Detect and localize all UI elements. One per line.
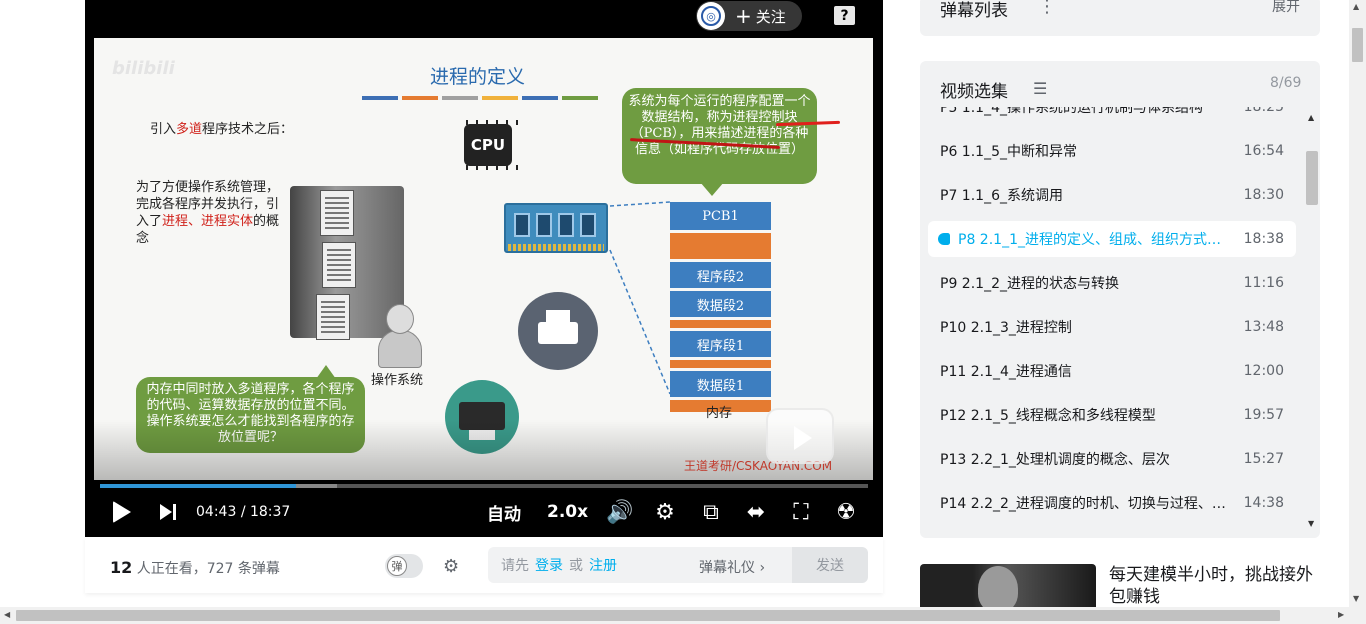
episode-duration: 11:16	[1243, 275, 1284, 291]
follow-button[interactable]: ◎ + 关注	[696, 1, 802, 31]
episode-duration: 18:30	[1243, 187, 1284, 203]
video-frame[interactable]: bilibili 进程的定义 引入多道程序技术之后： 为了方便操作系统管理，完成…	[94, 38, 873, 480]
time-display: 04:43 / 18:37	[196, 504, 291, 520]
memory-diagram: PCB1 程序段2 数据段2 程序段1 数据段1	[670, 202, 771, 415]
danmu-bar: 12 人正在看，727 条弹幕 弹 ⚙ 请先 登录 或 注册 弹幕礼仪 › 发送	[85, 537, 883, 593]
fullscreen-icon[interactable]: ☢	[831, 494, 861, 530]
uploader-avatar[interactable]: ◎	[697, 2, 725, 30]
chevron-right-icon: ›	[759, 560, 766, 576]
episode-item[interactable]: P12 2.1_5_线程概念和多线程模型 19:57	[928, 397, 1296, 433]
memory-label: 内存	[706, 406, 733, 421]
danmu-etiquette-link[interactable]: 弹幕礼仪 ›	[699, 557, 765, 577]
episode-item[interactable]: P11 2.1_4_进程通信 12:00	[928, 353, 1296, 389]
quality-button[interactable]: 自动	[487, 494, 521, 530]
memory-gap-block	[670, 320, 771, 328]
now-playing-icon	[938, 233, 950, 245]
episode-label: P5 1.1_4_操作系统的运行机制与体系结构	[940, 107, 1203, 116]
episode-label: P8 2.1_1_进程的定义、组成、组织方式、特征	[958, 232, 1230, 248]
memory-gap-block	[670, 233, 771, 259]
video-player[interactable]: ◎ + 关注 ? bilibili 进程的定义 引入多道程序技术之后： 为了方便…	[85, 0, 883, 537]
danmu-toggle[interactable]: 弹	[385, 554, 423, 578]
episode-duration: 16:54	[1243, 143, 1284, 159]
register-link[interactable]: 注册	[589, 555, 617, 575]
episode-label: P9 2.1_2_进程的状态与转换	[940, 276, 1119, 292]
web-fullscreen-icon[interactable]: ⛶	[786, 494, 816, 530]
episode-item[interactable]: P7 1.1_6_系统调用 18:30	[928, 177, 1296, 213]
episode-label: P10 2.1_3_进程控制	[940, 320, 1072, 336]
episode-label: P6 1.1_5_中断和异常	[940, 144, 1077, 160]
episode-label: P7 1.1_6_系统调用	[940, 188, 1063, 204]
episode-item[interactable]: P13 2.2_1_处理机调度的概念、层次 15:27	[928, 441, 1296, 477]
more-icon[interactable]: ⋮	[1038, 0, 1056, 17]
episode-label: P12 2.1_5_线程概念和多线程模型	[940, 408, 1156, 424]
episode-item[interactable]: P6 1.1_5_中断和异常 16:54	[928, 133, 1296, 169]
episode-duration: 18:25	[1243, 107, 1284, 115]
danmu-settings-icon[interactable]: ⚙	[443, 556, 469, 578]
bilibili-tv-play-icon[interactable]	[766, 408, 834, 464]
widescreen-icon[interactable]: ⬌	[741, 494, 771, 530]
episode-duration: 18:38	[1243, 231, 1284, 247]
episode-duration: 13:48	[1243, 319, 1284, 335]
page-vertical-scrollbar[interactable]: ▲ ▼	[1349, 0, 1366, 607]
memory-block: 程序段2	[670, 262, 771, 288]
volume-icon[interactable]: 🔊	[605, 494, 635, 530]
memory-block: 数据段1	[670, 371, 771, 397]
progress-bar[interactable]	[100, 484, 868, 488]
follow-label: 关注	[755, 7, 786, 26]
next-episode-icon[interactable]	[157, 494, 179, 530]
settings-gear-icon[interactable]: ⚙	[650, 494, 680, 530]
episode-playlist: 视频选集 ☰ 8/69 P5 1.1_4_操作系统的运行机制与体系结构 18:25…	[920, 61, 1320, 538]
login-link[interactable]: 登录	[535, 555, 563, 575]
viewer-info: 12 人正在看，727 条弹幕	[110, 558, 280, 577]
memory-gap-block	[670, 360, 771, 368]
episode-label: P11 2.1_4_进程通信	[940, 364, 1072, 380]
playlist-count: 8/69	[1270, 75, 1302, 91]
episode-duration: 12:00	[1243, 363, 1284, 379]
episode-duration: 15:27	[1243, 451, 1284, 467]
episode-list: P5 1.1_4_操作系统的运行机制与体系结构 18:25 P6 1.1_5_中断和…	[920, 107, 1304, 531]
play-icon[interactable]	[111, 494, 133, 530]
send-button[interactable]: 发送	[792, 547, 868, 583]
episode-label: P13 2.2_1_处理机调度的概念、层次	[940, 452, 1170, 468]
episode-item[interactable]: P14 2.2_2_进程调度的时机、切换与过程、方式 14:38	[928, 485, 1296, 521]
recommended-title[interactable]: 每天建模半小时，挑战接外包赚钱	[1109, 564, 1325, 608]
episode-item[interactable]: P10 2.1_3_进程控制 13:48	[928, 309, 1296, 345]
danmu-list-expand[interactable]: 展开	[1272, 0, 1300, 16]
episode-duration: 14:38	[1243, 495, 1284, 511]
plus-icon: +	[735, 4, 752, 28]
memory-block: 程序段1	[670, 331, 771, 357]
danmu-list-header[interactable]: 弹幕列表 ⋮ 展开	[920, 0, 1320, 36]
player-controls: 04:43 / 18:37 自动 2.0x 🔊 ⚙ ⧉ ⬌ ⛶ ☢	[85, 494, 883, 534]
played-progress	[100, 484, 296, 488]
danmu-list-title: 弹幕列表	[940, 1, 1008, 21]
episode-item[interactable]: P5 1.1_4_操作系统的运行机制与体系结构 18:25	[928, 107, 1296, 125]
video-thumbnail[interactable]	[920, 564, 1096, 612]
page-horizontal-scrollbar[interactable]: ◀ ▶	[0, 607, 1366, 624]
episode-item[interactable]: P8 2.1_1_进程的定义、组成、组织方式、特征 18:38	[928, 221, 1296, 257]
episode-duration: 19:57	[1243, 407, 1284, 423]
memory-block: PCB1	[670, 202, 771, 230]
printer-icon	[518, 292, 598, 370]
pip-icon[interactable]: ⧉	[696, 494, 726, 530]
episode-item[interactable]: P9 2.1_2_进程的状态与转换 11:16	[928, 265, 1296, 301]
list-icon[interactable]: ☰	[1033, 79, 1047, 98]
playlist-title: 视频选集	[940, 82, 1008, 102]
memory-block: 数据段2	[670, 291, 771, 317]
speed-button[interactable]: 2.0x	[547, 494, 588, 530]
playlist-scrollbar[interactable]: ▲ ▼	[1305, 111, 1319, 531]
help-icon[interactable]: ?	[834, 6, 855, 25]
episode-label: P14 2.2_2_进程调度的时机、切换与过程、方式	[940, 496, 1236, 512]
